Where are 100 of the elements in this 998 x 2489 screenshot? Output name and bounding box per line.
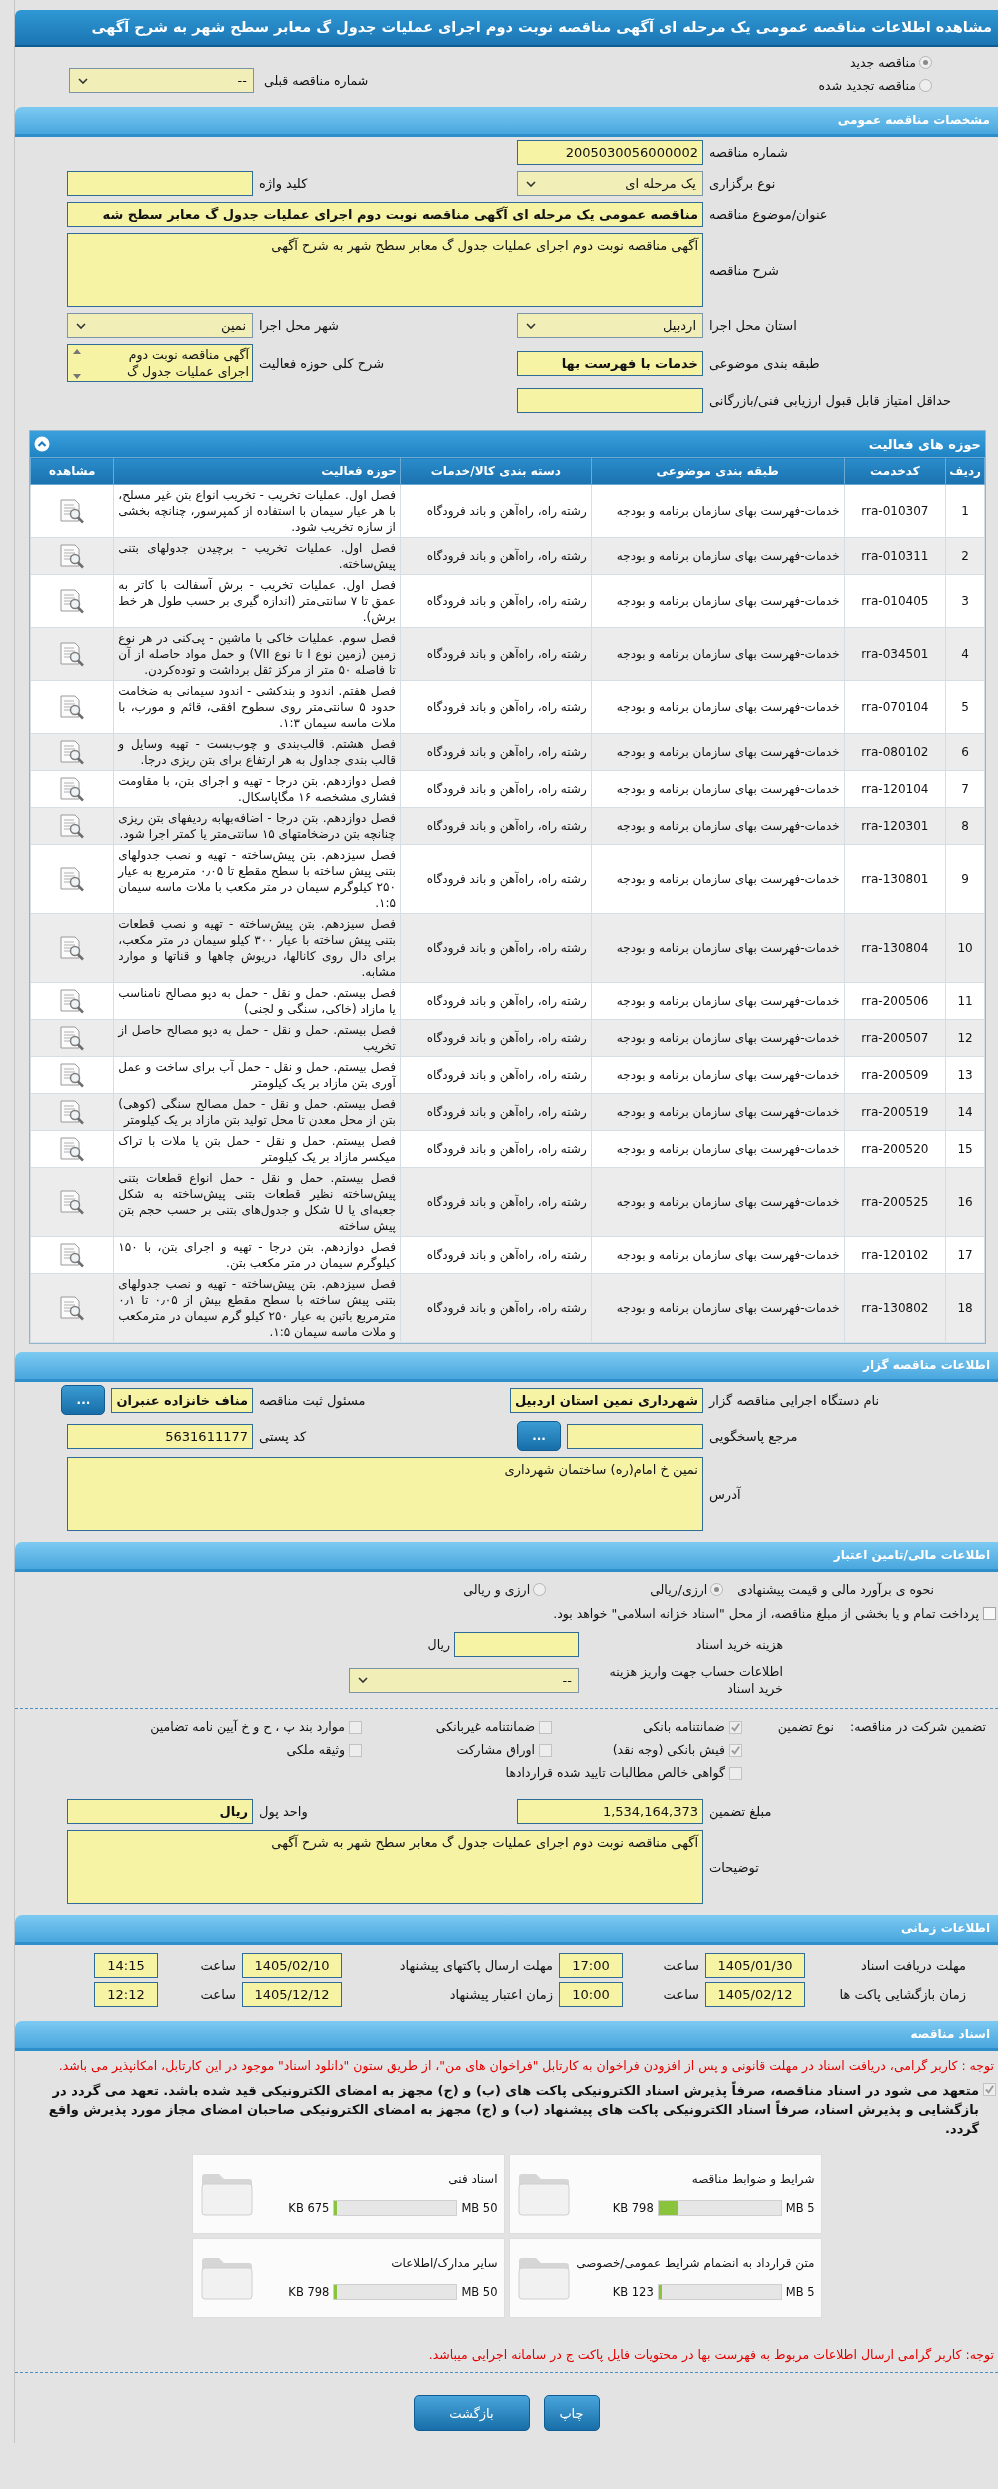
date-field[interactable]: 1405/02/10 xyxy=(242,1953,342,1978)
text-field[interactable]: مناف خانزاده عنبران xyxy=(111,1387,253,1413)
view-icon[interactable] xyxy=(58,988,87,1014)
time-field[interactable]: 17:00 xyxy=(559,1953,623,1978)
table-cell: رشته راه، راه‌آهن و باند فرودگاه xyxy=(400,1056,592,1094)
view-icon[interactable] xyxy=(58,776,87,802)
action-button[interactable]: بازگشت xyxy=(413,2395,530,2431)
action-button[interactable]: چاپ xyxy=(543,2395,600,2431)
view-icon[interactable] xyxy=(58,1295,87,1321)
date-field[interactable]: 1405/12/12 xyxy=(242,1982,342,2007)
view-icon[interactable] xyxy=(58,935,87,961)
date-field[interactable]: 1405/02/12 xyxy=(705,1982,805,2007)
time-field[interactable]: 10:00 xyxy=(559,1982,623,2007)
select-field[interactable]: -- xyxy=(69,68,254,93)
view-icon[interactable] xyxy=(58,588,87,614)
browse-button[interactable]: ... xyxy=(517,1421,561,1451)
text-area[interactable]: آگهی مناقصه نوبت دوم اجرای عملیات جدول گ معابر سطح شهر به شرح آگهی xyxy=(67,1830,703,1904)
table-cell: rra-010311 xyxy=(844,537,946,575)
text-field[interactable] xyxy=(567,1423,703,1449)
checkbox[interactable] xyxy=(349,1721,362,1734)
time-field[interactable]: 14:15 xyxy=(94,1953,158,1978)
text-field[interactable]: شهرداری نمین استان اردبیل xyxy=(509,1387,703,1413)
caret-icon xyxy=(526,322,536,329)
table-cell: رشته راه، راه‌آهن و باند فرودگاه xyxy=(400,1093,592,1131)
view-icon[interactable] xyxy=(58,641,87,667)
view-icon[interactable] xyxy=(58,866,87,892)
text-field[interactable]: 1,534,164,373 xyxy=(517,1799,703,1824)
text-field[interactable] xyxy=(517,388,703,413)
table-cell: فصل هشتم. قالب‌بندی و چوب‌بست - تهیه وسایل و قالب بندی جداول به هر ارتفاع برای بتن ریزی درجا. xyxy=(113,733,401,771)
table-cell: rra-010307 xyxy=(844,484,946,538)
text-area[interactable]: آگهی مناقصه نوبت دوم اجرای عملیات جدول گ معابر سطح شهر به شرح آگهی xyxy=(67,233,703,307)
view-icon[interactable] xyxy=(58,1025,87,1051)
table-cell: rra-200520 xyxy=(844,1130,946,1168)
text-area[interactable]: نمین خ امام(ره) ساختمان شهرداری xyxy=(67,1457,703,1531)
file-size: 798 KB xyxy=(288,2285,330,2299)
table-cell: خدمات-فهرست بهای سازمان برنامه و بودجه xyxy=(591,484,845,538)
table-cell: فصل دوازدهم. بتن درجا - اضافه‌بهابه ردیفهای بتن ریزی چنانچه بتن درضخامتهای ۱۵ سانتی‌متر یا کمتر اجرا شود. xyxy=(113,807,401,845)
time-field[interactable]: 12:12 xyxy=(94,1982,158,2007)
checkbox[interactable] xyxy=(983,1607,996,1620)
table-cell: rra-200525 xyxy=(844,1167,946,1237)
select-field[interactable]: اردبیل xyxy=(517,313,703,338)
text-field[interactable]: 2005030056000002 xyxy=(517,140,703,165)
collapse-icon[interactable] xyxy=(34,436,50,452)
radio-button[interactable] xyxy=(919,56,932,69)
radio-label: مناقصه تجدید شده xyxy=(818,78,916,93)
field-label: ساعت xyxy=(662,1958,699,1973)
text-field[interactable] xyxy=(67,171,253,196)
date-field[interactable]: 1405/01/30 xyxy=(705,1953,805,1978)
checkbox-label: ضمانتنامه بانکی xyxy=(643,1719,725,1734)
checkbox[interactable] xyxy=(729,1721,742,1734)
checkbox[interactable] xyxy=(349,1744,362,1757)
checkbox[interactable] xyxy=(729,1744,742,1757)
view-icon[interactable] xyxy=(58,1099,87,1125)
size-limit: 50 MB xyxy=(461,2285,498,2299)
caret-icon xyxy=(526,180,536,187)
view-icon[interactable] xyxy=(58,1189,87,1215)
table-cell: فصل بیستم. حمل و نقل - حمل به دپو مصالح نامناسب یا مازاد (خاکی، سنگی و لجنی) xyxy=(113,982,401,1020)
text-field[interactable] xyxy=(454,1632,579,1657)
view-icon[interactable] xyxy=(58,1242,87,1268)
table-cell: خدمات-فهرست بهای سازمان برنامه و بودجه xyxy=(591,1273,845,1343)
checkbox[interactable] xyxy=(539,1721,552,1734)
text-field[interactable]: مناقصه عمومی یک مرحله ای آگهی مناقصه نوبت دوم اجرای عملیات جدول گ معابر سطح شه xyxy=(67,202,703,227)
radio-button[interactable] xyxy=(919,79,932,92)
checkbox-label: پرداخت تمام و یا بخشی از مبلغ مناقصه، از محل "اسناد خزانه اسلامی" خواهد بود. xyxy=(552,1605,979,1623)
table-cell: خدمات-فهرست بهای سازمان برنامه و بودجه xyxy=(591,1130,845,1168)
table-cell: rra-120104 xyxy=(844,770,946,808)
view-icon[interactable] xyxy=(58,543,87,569)
column-header: کدخدمت xyxy=(844,457,946,485)
table-cell: rra-070104 xyxy=(844,680,946,734)
text-field[interactable]: 5631611177 xyxy=(67,1423,253,1449)
field-label: مهلت ارسال پاکتهای پیشنهاد xyxy=(398,1958,553,1973)
table-cell: خدمات-فهرست بهای سازمان برنامه و بودجه xyxy=(591,1093,845,1131)
table-cell: 4 xyxy=(945,627,985,681)
list-box[interactable]: آگهی مناقصه نوبت دوم اجرای عملیات جدول گ xyxy=(67,344,253,382)
notice-text: توجه: کاربر گرامی ارسال اطلاعات مربوط به فهرست بها در محتویات فایل پاکت ج در سامانه اجرایی میباشد. xyxy=(427,2346,994,2364)
caret-icon xyxy=(76,322,86,329)
text-field[interactable]: خدمات با فهرست بها xyxy=(517,350,703,376)
browse-button[interactable]: ... xyxy=(61,1385,106,1415)
radio-button[interactable] xyxy=(533,1583,547,1596)
field-label: واحد پول xyxy=(258,1804,309,1819)
field-label: استان محل اجرا xyxy=(708,318,798,333)
checkbox[interactable] xyxy=(729,1767,742,1780)
checkbox-label: وثیقه ملکی xyxy=(286,1742,345,1757)
column-header: ردیف xyxy=(945,457,985,485)
select-field[interactable]: -- xyxy=(349,1667,579,1693)
checkbox[interactable] xyxy=(539,1744,552,1757)
view-icon[interactable] xyxy=(58,694,87,720)
table-cell: rra-080102 xyxy=(844,733,946,771)
text-field[interactable]: ریال xyxy=(67,1799,253,1824)
select-field[interactable]: یک مرحله ای xyxy=(517,171,703,196)
view-icon[interactable] xyxy=(58,498,87,524)
view-icon[interactable] xyxy=(58,1062,87,1088)
checkbox[interactable] xyxy=(983,2083,996,2096)
table-cell: رشته راه، راه‌آهن و باند فرودگاه xyxy=(400,627,592,681)
view-icon[interactable] xyxy=(58,739,87,765)
table-cell: rra-010405 xyxy=(844,574,946,628)
view-icon[interactable] xyxy=(58,1136,87,1162)
radio-button[interactable] xyxy=(710,1583,724,1596)
select-field[interactable]: نمین xyxy=(67,313,253,338)
view-icon[interactable] xyxy=(58,813,87,839)
